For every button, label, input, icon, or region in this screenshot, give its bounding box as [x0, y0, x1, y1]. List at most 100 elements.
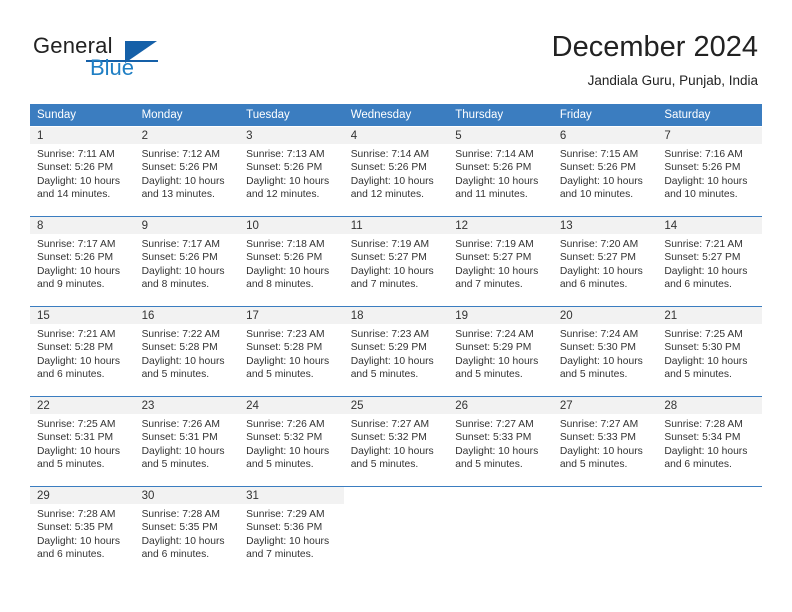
day-details: Sunrise: 7:27 AM Sunset: 5:32 PM Daylight:… — [344, 414, 449, 471]
day-cell[interactable]: 26 Sunrise: 7:27 AM Sunset: 5:33 PM Dayligh… — [448, 396, 553, 486]
sunrise-text: Sunrise: 7:28 AM — [141, 509, 220, 520]
daylight-text-line2: and 12 minutes. — [350, 188, 424, 200]
day-details: Sunrise: 7:15 AM Sunset: 5:26 PM Daylight:… — [553, 144, 658, 201]
sunset-text: Sunset: 5:26 PM — [141, 252, 218, 264]
sunrise-text: Sunrise: 7:26 AM — [141, 419, 220, 430]
daylight-text-line2: and 5 minutes. — [559, 458, 628, 470]
sunset-text: Sunset: 5:26 PM — [455, 162, 532, 174]
sunrise-sunset-calendar: Sunday Monday Tuesday Wednesday Thursday… — [30, 104, 762, 576]
day-cell[interactable]: 20 Sunrise: 7:24 AM Sunset: 5:30 PM Dayligh… — [552, 306, 658, 396]
day-number: 22 — [30, 397, 135, 414]
day-number: 11 — [343, 217, 449, 234]
daylight-text-line1: Daylight: 10 hours — [664, 265, 748, 277]
calendar-week-row: 8 Sunrise: 7:17 AM Sunset: 5:26 PM Daylight… — [30, 216, 762, 306]
day-cell[interactable]: 10 Sunrise: 7:18 AM Sunset: 5:26 PM Dayligh… — [239, 216, 344, 306]
day-number — [344, 487, 449, 504]
table-cell: 26 Sunrise: 7:27 AM Sunset: 5:33 PM Dayligh… — [448, 396, 553, 486]
day-number: 7 — [657, 127, 762, 144]
day-cell[interactable]: 24 Sunrise: 7:26 AM Sunset: 5:32 PM Dayligh… — [239, 396, 344, 486]
day-number: 16 — [134, 307, 240, 324]
day-cell[interactable]: 19 Sunrise: 7:24 AM Sunset: 5:29 PM Dayligh… — [448, 306, 553, 396]
day-cell[interactable]: 5 Sunrise: 7:14 AM Sunset: 5:26 PM Daylight… — [448, 126, 553, 216]
sunrise-text: Sunrise: 7:23 AM — [350, 329, 430, 340]
calendar-week-row: 15 Sunrise: 7:21 AM Sunset: 5:28 PM Dayligh… — [30, 306, 762, 396]
day-number: 23 — [134, 397, 240, 414]
day-number: 6 — [552, 127, 658, 144]
day-cell[interactable]: 16 Sunrise: 7:22 AM Sunset: 5:28 PM Dayligh… — [134, 306, 240, 396]
daylight-text-line2: and 14 minutes. — [37, 188, 111, 200]
day-cell[interactable]: 13 Sunrise: 7:20 AM Sunset: 5:27 PM Dayligh… — [552, 216, 658, 306]
table-cell: 10 Sunrise: 7:18 AM Sunset: 5:26 PM Dayligh… — [239, 216, 344, 306]
day-number: 17 — [239, 307, 344, 324]
daylight-text-line1: Daylight: 10 hours — [37, 355, 120, 367]
day-details: Sunrise: 7:28 AM Sunset: 5:35 PM Daylight:… — [135, 504, 240, 561]
daylight-text-line1: Daylight: 10 hours — [246, 175, 330, 187]
sunrise-text: Sunrise: 7:27 AM — [455, 419, 534, 430]
day-cell[interactable]: 28 Sunrise: 7:28 AM Sunset: 5:34 PM Dayligh… — [657, 396, 762, 486]
day-cell[interactable]: 2 Sunrise: 7:12 AM Sunset: 5:26 PM Daylight… — [134, 126, 240, 216]
sunrise-text: Sunrise: 7:22 AM — [141, 329, 220, 340]
day-cell-empty — [448, 486, 553, 576]
day-details: Sunrise: 7:25 AM Sunset: 5:30 PM Daylight:… — [657, 324, 762, 381]
day-cell[interactable]: 15 Sunrise: 7:21 AM Sunset: 5:28 PM Dayligh… — [30, 306, 135, 396]
sunset-text: Sunset: 5:26 PM — [246, 252, 323, 264]
day-details: Sunrise: 7:26 AM Sunset: 5:32 PM Daylight:… — [239, 414, 344, 471]
table-cell: 25 Sunrise: 7:27 AM Sunset: 5:32 PM Dayligh… — [343, 396, 449, 486]
day-details: Sunrise: 7:24 AM Sunset: 5:30 PM Daylight:… — [553, 324, 658, 381]
sunrise-text: Sunrise: 7:20 AM — [559, 239, 639, 250]
day-number: 28 — [657, 397, 762, 414]
daylight-text-line1: Daylight: 10 hours — [141, 265, 225, 277]
day-cell[interactable]: 8 Sunrise: 7:17 AM Sunset: 5:26 PM Daylight… — [30, 216, 135, 306]
daylight-text-line1: Daylight: 10 hours — [350, 175, 434, 187]
day-cell[interactable]: 22 Sunrise: 7:25 AM Sunset: 5:31 PM Dayligh… — [30, 396, 135, 486]
daylight-text-line2: and 6 minutes. — [37, 548, 105, 560]
day-details: Sunrise: 7:28 AM Sunset: 5:34 PM Daylight:… — [657, 414, 762, 471]
day-cell[interactable]: 1 Sunrise: 7:11 AM Sunset: 5:26 PM Daylight… — [30, 126, 135, 216]
day-cell[interactable]: 18 Sunrise: 7:23 AM Sunset: 5:29 PM Dayligh… — [343, 306, 449, 396]
sunrise-text: Sunrise: 7:13 AM — [246, 149, 325, 160]
daylight-text-line2: and 10 minutes. — [664, 188, 738, 200]
daylight-text-line1: Daylight: 10 hours — [37, 265, 120, 277]
day-cell[interactable]: 4 Sunrise: 7:14 AM Sunset: 5:26 PM Daylight… — [343, 126, 449, 216]
day-cell[interactable]: 11 Sunrise: 7:19 AM Sunset: 5:27 PM Dayligh… — [343, 216, 449, 306]
day-cell[interactable]: 3 Sunrise: 7:13 AM Sunset: 5:26 PM Daylight… — [239, 126, 344, 216]
day-cell[interactable]: 21 Sunrise: 7:25 AM Sunset: 5:30 PM Dayligh… — [657, 306, 762, 396]
day-cell[interactable]: 12 Sunrise: 7:19 AM Sunset: 5:27 PM Dayligh… — [448, 216, 553, 306]
weekday-header-wednesday: Wednesday — [343, 104, 449, 126]
table-cell: 30 Sunrise: 7:28 AM Sunset: 5:35 PM Dayligh… — [134, 486, 240, 576]
day-cell[interactable]: 31 Sunrise: 7:29 AM Sunset: 5:36 PM Dayligh… — [239, 486, 344, 576]
table-cell: 8 Sunrise: 7:17 AM Sunset: 5:26 PM Daylight… — [30, 216, 135, 306]
table-cell: 31 Sunrise: 7:29 AM Sunset: 5:36 PM Dayligh… — [239, 486, 344, 576]
table-cell: 6 Sunrise: 7:15 AM Sunset: 5:26 PM Daylight… — [552, 126, 658, 216]
day-cell[interactable]: 27 Sunrise: 7:27 AM Sunset: 5:33 PM Dayligh… — [552, 396, 658, 486]
sunset-text: Sunset: 5:35 PM — [141, 522, 218, 534]
day-details: Sunrise: 7:26 AM Sunset: 5:31 PM Daylight:… — [135, 414, 240, 471]
table-cell — [343, 486, 449, 576]
table-cell: 3 Sunrise: 7:13 AM Sunset: 5:26 PM Daylight… — [239, 126, 344, 216]
daylight-text-line1: Daylight: 10 hours — [246, 265, 330, 277]
day-cell[interactable]: 25 Sunrise: 7:27 AM Sunset: 5:32 PM Dayligh… — [343, 396, 449, 486]
day-number: 14 — [657, 217, 762, 234]
sunrise-text: Sunrise: 7:11 AM — [37, 149, 115, 160]
day-cell[interactable]: 9 Sunrise: 7:17 AM Sunset: 5:26 PM Daylight… — [134, 216, 240, 306]
day-cell[interactable]: 17 Sunrise: 7:23 AM Sunset: 5:28 PM Dayligh… — [239, 306, 344, 396]
daylight-text-line2: and 5 minutes. — [141, 368, 210, 380]
sunrise-text: Sunrise: 7:19 AM — [350, 239, 430, 250]
day-cell[interactable]: 29 Sunrise: 7:28 AM Sunset: 5:35 PM Dayligh… — [30, 486, 135, 576]
day-cell[interactable]: 6 Sunrise: 7:15 AM Sunset: 5:26 PM Daylight… — [552, 126, 658, 216]
day-details: Sunrise: 7:22 AM Sunset: 5:28 PM Daylight:… — [135, 324, 240, 381]
day-cell[interactable]: 7 Sunrise: 7:16 AM Sunset: 5:26 PM Daylight… — [657, 126, 762, 216]
day-details: Sunrise: 7:13 AM Sunset: 5:26 PM Daylight:… — [239, 144, 344, 201]
weekday-header-friday: Friday — [552, 104, 658, 126]
daylight-text-line2: and 5 minutes. — [559, 368, 628, 380]
day-cell[interactable]: 14 Sunrise: 7:21 AM Sunset: 5:27 PM Dayligh… — [657, 216, 762, 306]
sunset-text: Sunset: 5:29 PM — [455, 342, 532, 354]
general-blue-logo[interactable]: General Blue — [33, 33, 243, 83]
sunrise-text: Sunrise: 7:24 AM — [455, 329, 534, 340]
day-cell[interactable]: 30 Sunrise: 7:28 AM Sunset: 5:35 PM Dayligh… — [134, 486, 240, 576]
daylight-text-line2: and 8 minutes. — [141, 278, 210, 290]
sunrise-text: Sunrise: 7:26 AM — [246, 419, 325, 430]
day-number: 29 — [30, 487, 135, 504]
day-number — [657, 487, 762, 504]
day-cell[interactable]: 23 Sunrise: 7:26 AM Sunset: 5:31 PM Dayligh… — [134, 396, 240, 486]
